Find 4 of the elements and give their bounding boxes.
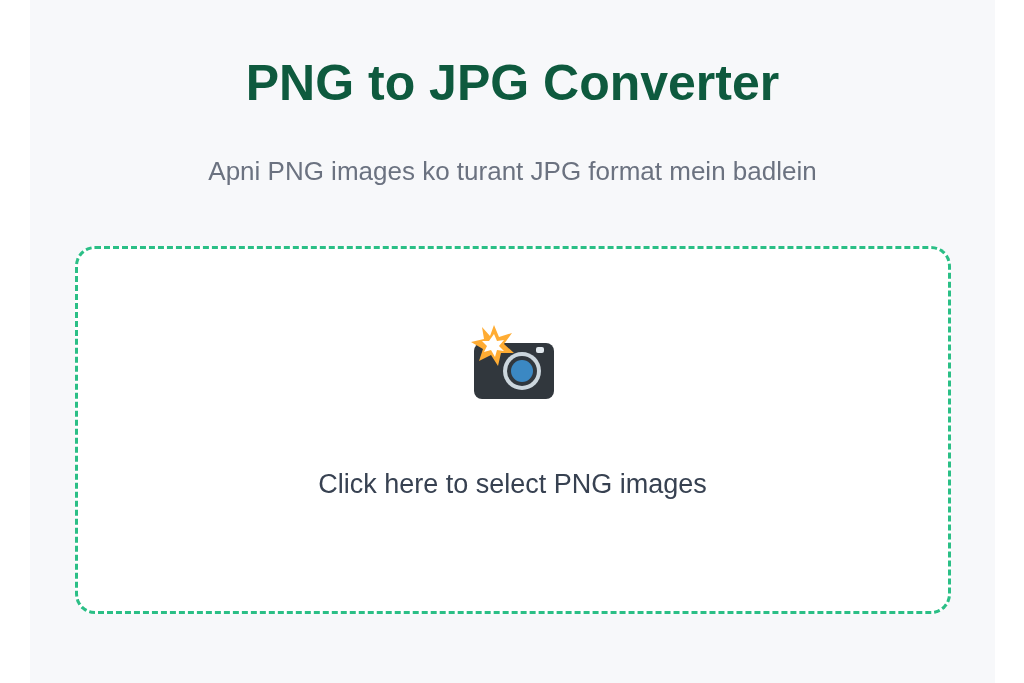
upload-prompt: Click here to select PNG images <box>318 468 707 501</box>
page-subtitle: Apni PNG images ko turant JPG format mein badlein <box>208 155 817 188</box>
upload-area[interactable]: Click here to select PNG images <box>74 246 951 614</box>
page-title: PNG to JPG Converter <box>245 54 780 113</box>
